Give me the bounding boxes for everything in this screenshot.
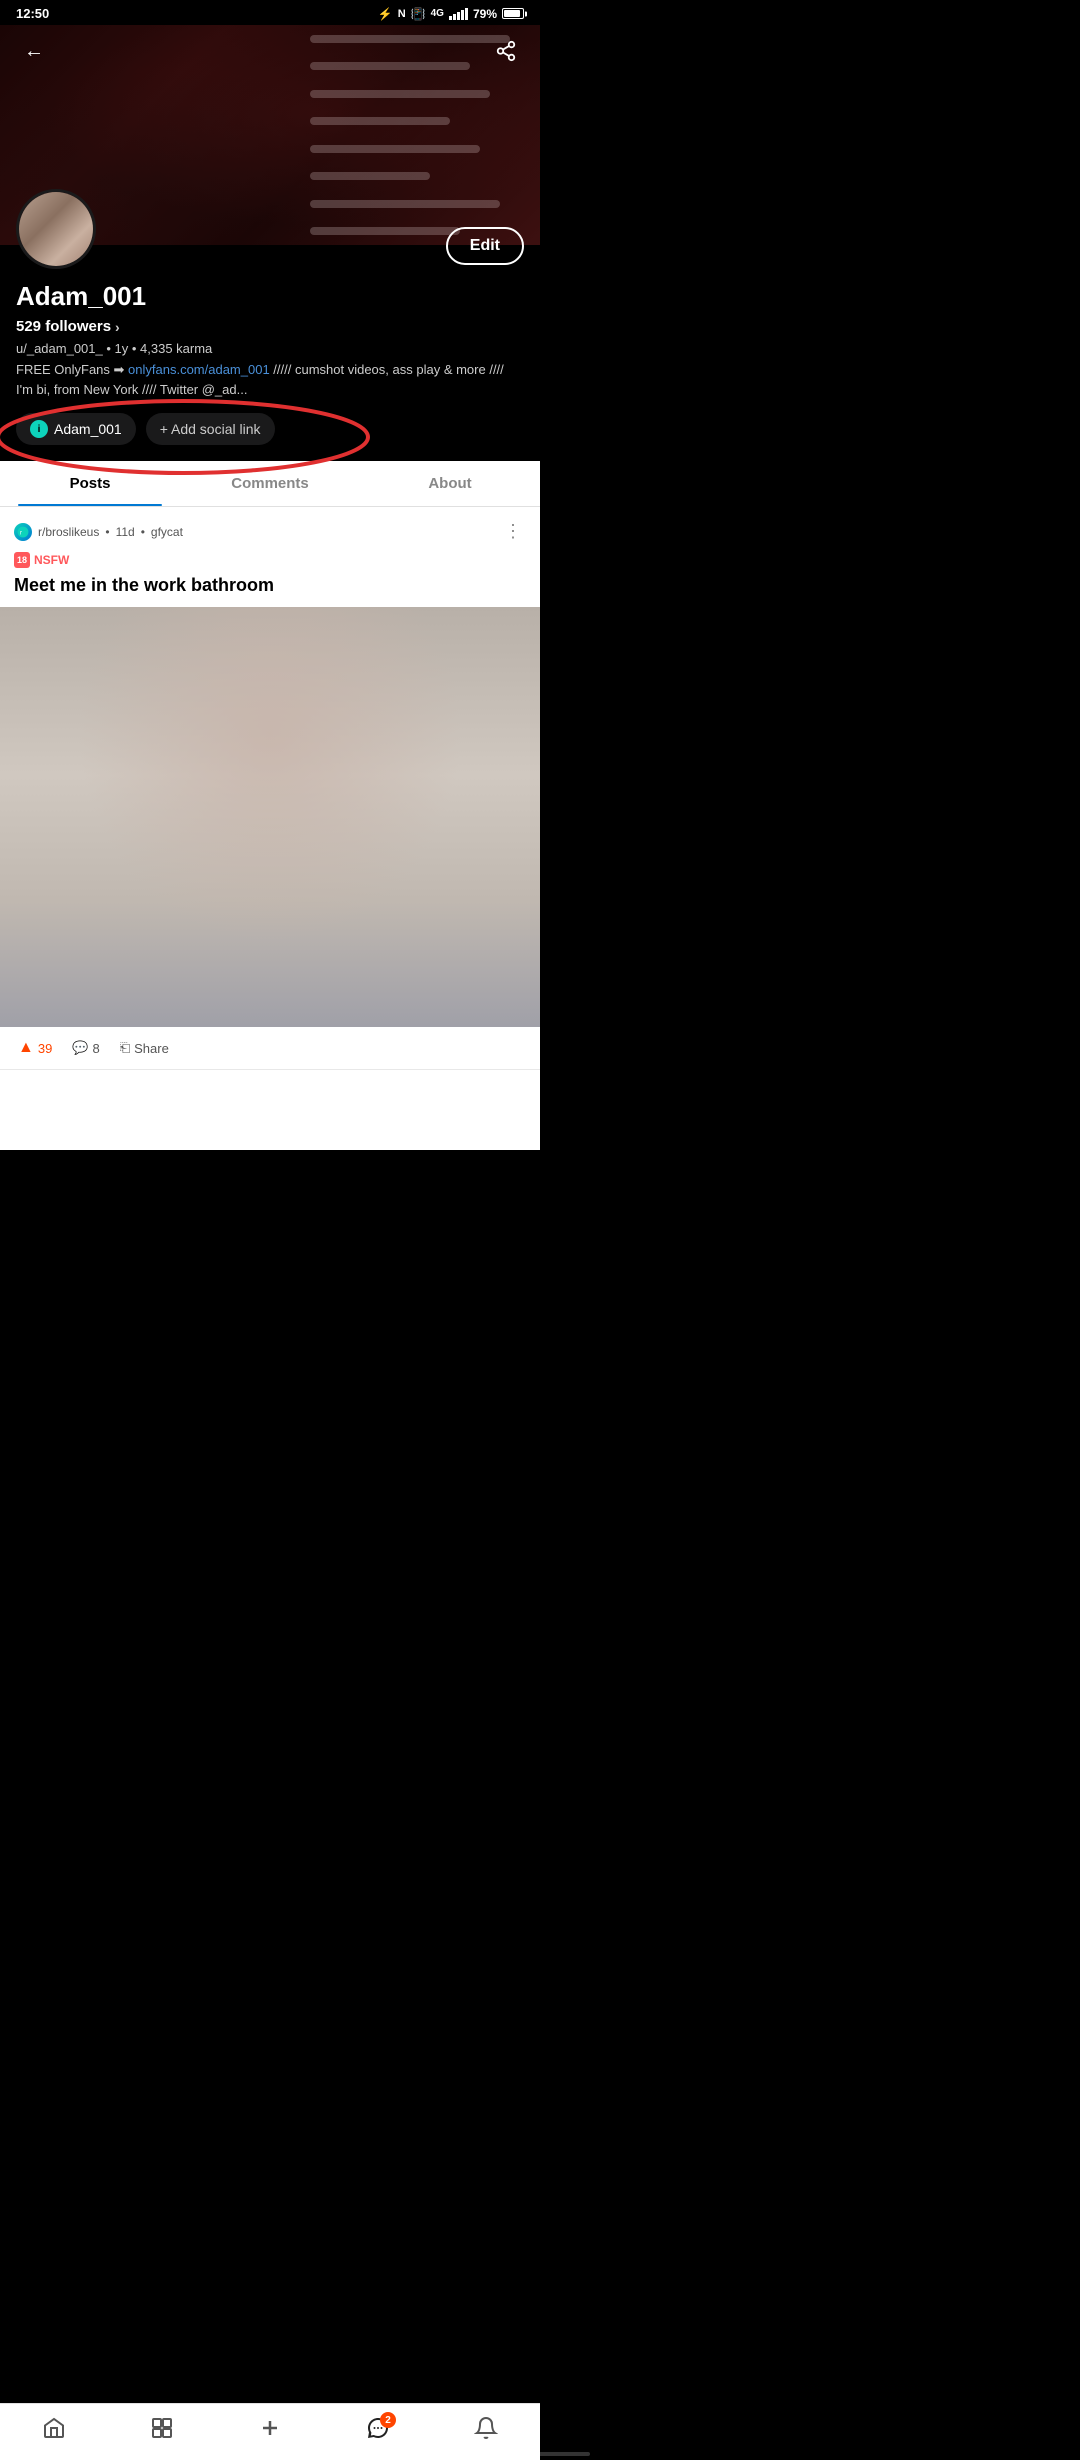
post-area: r r/broslikeus • 11d • gfycat ⋮ 18 NSFW … (0, 507, 540, 1070)
vibrate-icon: 📳 (411, 7, 426, 21)
battery-pct: 79% (473, 7, 497, 21)
social-section: i Adam_001 + Add social link (16, 413, 524, 445)
nfc-icon: N (398, 8, 406, 20)
upvote-arrow-icon: ▲ (18, 1039, 34, 1057)
bio-text: FREE OnlyFans ➡ onlyfans.com/adam_001 //… (16, 360, 524, 399)
post-meta-row: r r/broslikeus • 11d • gfycat ⋮ (0, 507, 540, 550)
back-button[interactable]: ← (16, 33, 52, 69)
add-social-link-button[interactable]: + Add social link (146, 413, 275, 445)
comment-icon: 💬 (72, 1040, 88, 1056)
username: Adam_001 (16, 281, 524, 312)
tab-comments[interactable]: Comments (180, 461, 360, 506)
nav-create[interactable] (250, 2412, 290, 2444)
status-icons: ⚡ N 📳 4G 79% (378, 7, 524, 21)
bottom-nav: 2 (0, 2403, 540, 2460)
post-actions: ▲ 39 💬 8 ⎗ Share (0, 1027, 540, 1070)
post-more-options[interactable]: ⋮ (500, 517, 526, 546)
svg-text:r: r (20, 530, 22, 536)
nsfw-badge: 18 NSFW (14, 552, 69, 568)
post-title: Meet me in the work bathroom (0, 572, 540, 607)
post-separator-2: • (141, 525, 145, 539)
subreddit-icon: r (14, 523, 32, 541)
post-age: 11d (116, 525, 135, 539)
user-meta: u/_adam_001_ • 1y • 4,335 karma (16, 341, 524, 356)
post-image[interactable] (0, 607, 540, 1027)
signal-bars (449, 8, 468, 20)
profile-header: ← Edit (0, 25, 540, 245)
upvote-count: 39 (38, 1041, 52, 1056)
tab-about[interactable]: About (360, 461, 540, 506)
share-label: Share (134, 1041, 169, 1056)
share-button[interactable] (488, 33, 524, 69)
bio-link[interactable]: onlyfans.com/adam_001 (128, 362, 270, 377)
post-separator-1: • (105, 525, 109, 539)
bluetooth-icon: ⚡ (378, 7, 393, 21)
profile-body: Adam_001 529 followers › u/_adam_001_ • … (0, 245, 540, 445)
followers-chevron: › (115, 319, 120, 335)
nsfw-icon: 18 (14, 552, 30, 568)
signal-icon: 4G (431, 8, 444, 19)
social-handle-label: Adam_001 (54, 421, 122, 437)
social-chip-icon: i (30, 420, 48, 438)
nav-feed[interactable] (142, 2412, 182, 2444)
post-source: gfycat (151, 525, 183, 539)
messages-badge: 2 (380, 2412, 396, 2428)
tabs-container: Posts Comments About (0, 461, 540, 507)
post-meta-left: r r/broslikeus • 11d • gfycat (14, 523, 183, 541)
nav-home[interactable] (34, 2412, 74, 2444)
tab-posts[interactable]: Posts (0, 461, 180, 506)
header-icons: ← (0, 33, 540, 69)
followers-row[interactable]: 529 followers › (16, 318, 524, 335)
battery-icon (502, 8, 524, 19)
followers-count: 529 followers (16, 318, 111, 335)
subreddit-name[interactable]: r/broslikeus (38, 525, 99, 539)
comment-count: 8 (93, 1041, 100, 1056)
upvote-button[interactable]: ▲ 39 (8, 1033, 62, 1063)
social-chip-adam[interactable]: i Adam_001 (16, 413, 136, 445)
profile-info-bar: Edit (0, 189, 540, 269)
comment-button[interactable]: 💬 8 (62, 1034, 109, 1062)
share-icon: ⎗ (120, 1040, 130, 1056)
nsfw-label: NSFW (34, 553, 69, 567)
edit-profile-button[interactable]: Edit (446, 227, 524, 265)
nav-notifications[interactable] (466, 2412, 506, 2444)
status-bar: 12:50 ⚡ N 📳 4G 79% (0, 0, 540, 25)
share-button-post[interactable]: ⎗ Share (110, 1034, 179, 1062)
social-links-row: i Adam_001 + Add social link (16, 413, 524, 445)
nav-messages[interactable]: 2 (358, 2412, 398, 2444)
avatar[interactable] (16, 189, 96, 269)
clock: 12:50 (16, 6, 49, 21)
